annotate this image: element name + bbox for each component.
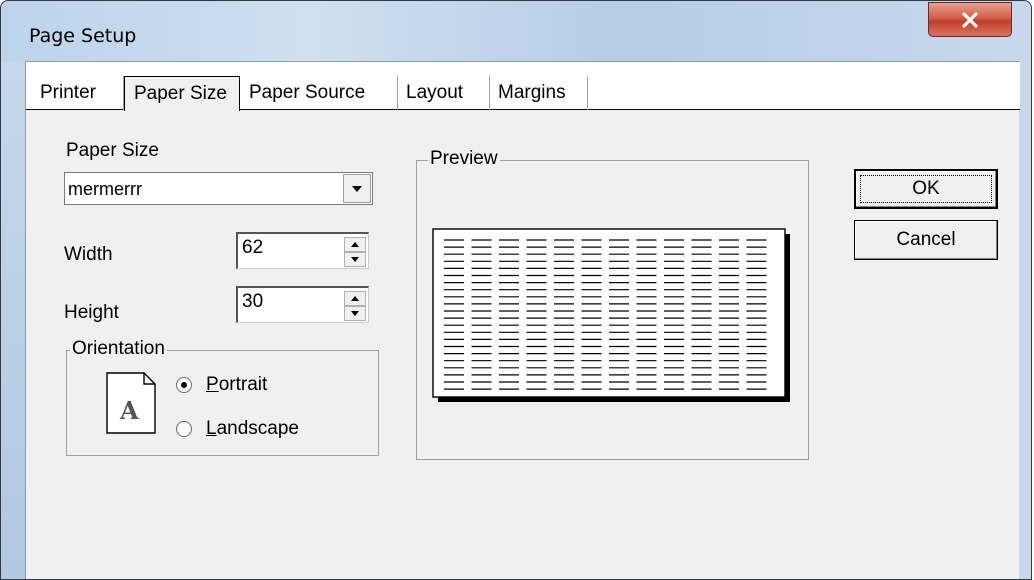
tab-printer[interactable]: Printer bbox=[32, 76, 124, 110]
tab-layout[interactable]: Layout bbox=[398, 76, 490, 110]
height-spin-down-button[interactable] bbox=[344, 306, 366, 321]
width-spinbox[interactable]: 62 bbox=[236, 232, 369, 269]
dialog-client-area: Printer Paper Size Paper Source Layout M… bbox=[25, 61, 1020, 579]
portrait-radio-circle[interactable] bbox=[176, 377, 192, 393]
page-icon-letter: A bbox=[119, 396, 139, 425]
spin-up-icon bbox=[351, 296, 359, 301]
paper-size-value: mermerrr bbox=[68, 179, 142, 199]
window-title: Page Setup bbox=[29, 25, 137, 47]
tab-strip: Printer Paper Size Paper Source Layout M… bbox=[26, 62, 1020, 111]
cancel-button-label: Cancel bbox=[896, 229, 956, 250]
window-frame-left bbox=[1, 61, 25, 579]
tab-label: Paper Size bbox=[134, 83, 227, 104]
spin-up-icon bbox=[351, 242, 359, 247]
page-setup-window: Page Setup Printer Paper Size Paper Sour… bbox=[0, 0, 1032, 580]
height-label: Height bbox=[64, 302, 119, 323]
orientation-group-title: Orientation bbox=[70, 338, 167, 360]
width-spin-down-button[interactable] bbox=[344, 252, 366, 267]
paper-size-label: Paper Size bbox=[66, 140, 159, 161]
portrait-radio[interactable]: Portrait bbox=[176, 374, 267, 396]
width-value[interactable]: 62 bbox=[242, 237, 263, 259]
paper-size-combobox[interactable]: mermerrr bbox=[64, 172, 373, 205]
close-button[interactable] bbox=[928, 2, 1012, 37]
landscape-label: Landscape bbox=[206, 418, 299, 439]
landscape-radio[interactable]: Landscape bbox=[176, 418, 299, 440]
ok-button-label: OK bbox=[912, 178, 940, 199]
close-icon bbox=[962, 11, 978, 28]
tab-paper-size[interactable]: Paper Size bbox=[124, 76, 240, 111]
dropdown-arrow-icon bbox=[352, 185, 362, 192]
width-label: Width bbox=[64, 244, 113, 265]
spin-down-icon bbox=[351, 257, 359, 262]
page-icon: A bbox=[106, 372, 156, 434]
height-spinbox[interactable]: 30 bbox=[236, 286, 369, 323]
dropdown-button[interactable] bbox=[343, 174, 371, 203]
height-spin-up-button[interactable] bbox=[344, 291, 366, 306]
tab-label: Printer bbox=[40, 82, 96, 103]
preview-page-icon bbox=[432, 228, 790, 402]
radio-selected-dot bbox=[181, 382, 187, 388]
ok-button[interactable]: OK bbox=[854, 169, 998, 209]
tab-margins[interactable]: Margins bbox=[490, 76, 588, 110]
tab-label: Layout bbox=[406, 82, 464, 103]
cancel-button[interactable]: Cancel bbox=[854, 220, 998, 260]
tab-paper-source[interactable]: Paper Source bbox=[240, 76, 398, 110]
title-bar[interactable]: Page Setup bbox=[1, 1, 1031, 61]
portrait-label: Portrait bbox=[206, 374, 268, 395]
spin-down-icon bbox=[351, 311, 359, 316]
preview-group-title: Preview bbox=[428, 148, 500, 170]
width-spin-up-button[interactable] bbox=[344, 237, 366, 252]
tab-label: Margins bbox=[498, 82, 566, 103]
height-value[interactable]: 30 bbox=[242, 291, 263, 313]
tab-label: Paper Source bbox=[249, 82, 366, 103]
landscape-radio-circle[interactable] bbox=[176, 421, 192, 437]
